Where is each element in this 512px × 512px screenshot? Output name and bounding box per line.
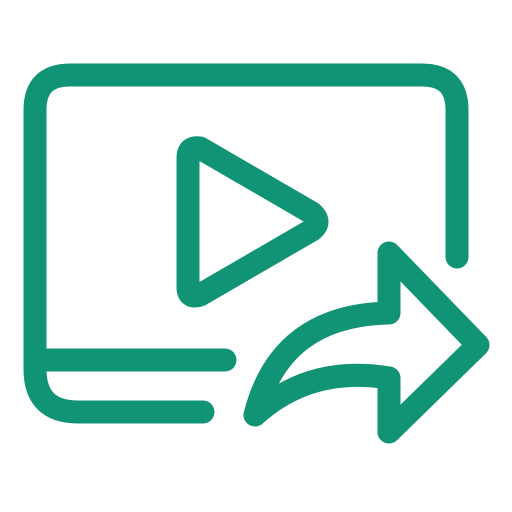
play-icon (176, 136, 329, 308)
share-video-icon-canvas (0, 0, 512, 512)
share-arrow-icon (243, 241, 490, 444)
share-video-icon (23, 63, 490, 444)
